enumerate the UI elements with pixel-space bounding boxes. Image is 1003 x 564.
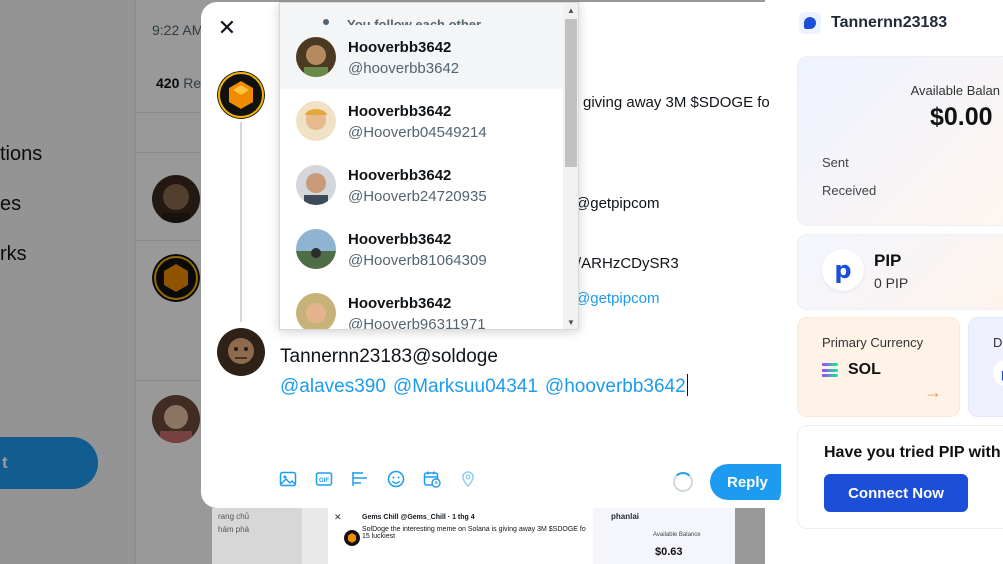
suggestion-handle: @Hooverb96311971 [348,316,486,330]
available-balance-label: Available Balan [910,83,1000,98]
mention[interactable]: @alaves390 [280,376,386,397]
wallet-header: Tannernn23183 [799,12,947,34]
suggestion-item[interactable]: Hooverbb3642 @Hooverb81064309 [280,217,563,281]
gif-icon[interactable]: GIF [315,470,333,488]
suggestion-name: Hooverbb3642 [348,167,452,184]
svg-text:GIF: GIF [319,478,329,484]
suggestion-handle: @Hooverb81064309 [348,252,487,269]
location-icon[interactable] [459,470,477,488]
secondary-card-icon: p [993,360,1003,386]
schedule-icon[interactable] [423,470,441,488]
mention[interactable]: @hooverbb3642 [545,376,686,397]
preview-wallet-user: phanlai [611,512,640,521]
mention-suggestions-dropdown: You follow each other Hooverbb3642 @hoov… [279,2,579,330]
avatar [344,530,360,546]
original-tweet-link: /ARHzCDySR3 [577,255,679,272]
arrow-right-icon[interactable]: → [924,382,942,403]
thread-line [240,122,242,322]
try-pip-title: Have you tried PIP with [824,444,1001,461]
close-icon[interactable]: ✕ [217,17,237,39]
reply-mentions[interactable]: @alaves390 @Marksuu04341 @hooverbb3642 [280,374,688,398]
suggestion-handle: @Hooverb24720935 [348,188,487,205]
suggestion-item[interactable]: Hooverbb3642 @Hooverb24720935 [280,153,563,217]
avatar [296,101,336,141]
suggestion-name: Hooverbb3642 [348,295,452,312]
suggestion-handle: @hooverbb3642 [348,60,460,77]
suggestion-list: You follow each other Hooverbb3642 @hoov… [280,3,563,330]
suggestion-handle: @Hooverb04549214 [348,124,487,141]
original-tweet-avatar[interactable] [217,71,265,119]
preview-balance-label: Available Balance [653,532,701,538]
original-tweet-mention: @getpipcom [575,195,660,212]
secondary-card[interactable]: D p [968,317,1003,417]
scroll-down-arrow-icon[interactable]: ▼ [567,318,575,327]
preview-balance-value: $0.63 [655,546,683,558]
balance-card: Available Balan $0.00 Sent Received [797,56,1003,226]
reply-text-input[interactable]: Tannernn23183@soldoge [280,346,498,368]
try-pip-card: Have you tried PIP with Connect Now [797,425,1003,529]
pip-token-icon: p [822,249,864,291]
wallet-username: Tannernn23183 [831,14,948,31]
close-icon: ✕ [334,512,342,522]
scroll-thumb[interactable] [565,19,577,167]
suggestion-name: Hooverbb3642 [348,103,452,120]
primary-currency-label: Primary Currency [822,335,924,350]
received-label: Received [822,183,877,198]
wallet-panel: Tannernn23183 Available Balan $0.00 Sent… [765,0,1003,564]
primary-currency-card[interactable]: Primary Currency SOL → [797,317,960,417]
avatar [296,37,336,77]
composer-avatar[interactable] [217,328,265,376]
sent-label: Sent [822,155,849,170]
reply-button[interactable]: Reply [710,464,781,500]
dropdown-scrollbar[interactable]: ▲ ▼ [563,3,578,329]
pip-token-name: PIP [874,251,902,270]
poll-icon[interactable] [351,470,369,488]
text-caret [686,374,688,396]
preview-sidebar: rang chủ hám phá [212,508,302,564]
suggestion-name: Hooverbb3642 [348,39,452,56]
avatar [296,165,336,205]
emoji-icon[interactable] [387,470,405,488]
suggestion-item[interactable]: Hooverbb3642 @Hooverb04549214 [280,89,563,153]
composer-toolbar: GIF [279,470,495,488]
pip-logo-icon [799,12,821,34]
image-icon[interactable] [279,470,297,488]
scroll-up-arrow-icon[interactable]: ▲ [567,6,575,15]
avatar [296,293,336,329]
replying-to-link[interactable]: @getpipcom [575,290,659,307]
suggestion-name: Hooverbb3642 [348,231,452,248]
secondary-card-label: D [993,335,1003,350]
pip-token-amount: 0 PIP [874,275,909,291]
original-tweet-text: giving away 3M $SDOGE fo [583,94,770,111]
solana-icon [822,363,838,377]
pip-token-card[interactable]: p PIP 0 PIP [797,234,1003,310]
avatar [296,229,336,269]
preview-wallet: phanlai Available Balance $0.63 [593,508,735,564]
character-count-ring [673,472,693,492]
preview-tweet-author: Gems Chill @Gems_Chill · 1 thg 4 [362,514,475,521]
screenshot-preview: rang chủ hám phá ✕ Gems Chill @Gems_Chil… [212,508,735,564]
connect-now-button[interactable]: Connect Now [824,474,968,512]
currency-value: SOL [822,361,881,379]
suggestion-item[interactable]: Hooverbb3642 @Hooverb96311971 [280,281,563,330]
preview-tweet: ✕ Gems Chill @Gems_Chill · 1 thg 4 SolDo… [328,508,593,564]
mention[interactable]: @Marksuu04341 [393,376,538,397]
preview-tweet-text: SolDoge the interesting meme on Solana i… [362,526,586,540]
suggestion-item-hooverbb3642[interactable]: Hooverbb3642 @hooverbb3642 [280,25,563,89]
balance-value: $0.00 [930,103,993,131]
